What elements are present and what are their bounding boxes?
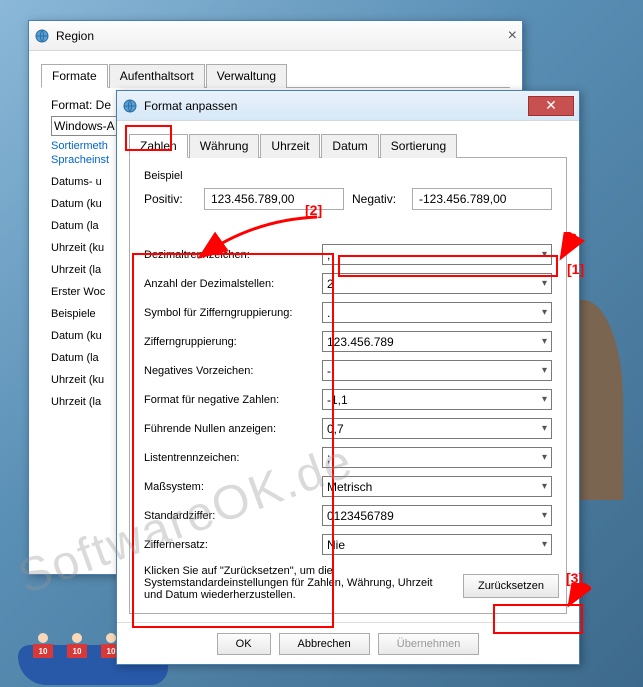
format-content: Zahlen Währung Uhrzeit Datum Sortierung … [117,121,579,622]
select-std-digits[interactable]: 0123456789 [322,505,552,526]
close-icon[interactable]: × [508,27,517,45]
negative-value: -123.456.789,00 [412,188,552,210]
decorative-people: 10 10 10 [32,633,122,669]
label-measurement: Maßsystem: [144,481,322,493]
zahlen-panel: Beispiel Positiv: 123.456.789,00 Negativ… [129,158,567,614]
apply-button: Übernehmen [378,633,480,655]
globe-icon [34,28,50,44]
tab-uhrzeit[interactable]: Uhrzeit [260,134,320,158]
negative-label: Negativ: [352,192,404,206]
select-group-symbol[interactable]: . [322,302,552,323]
titlebar[interactable]: Format anpassen ✕ [117,91,579,121]
tab-sortierung[interactable]: Sortierung [380,134,457,158]
select-neg-format[interactable]: -1,1 [322,389,552,410]
dialog-buttons: OK Abbrechen Übernehmen [117,622,579,665]
row-decimal-digits: Anzahl der Dezimalstellen: 2 [144,273,552,294]
row-neg-format: Format für negative Zahlen: -1,1 [144,389,552,410]
select-measurement[interactable]: Metrisch [322,476,552,497]
positive-value: 123.456.789,00 [204,188,344,210]
row-std-digits: Standardziffer: 0123456789 [144,505,552,526]
select-grouping[interactable]: 123.456.789 [322,331,552,352]
row-list-sep: Listentrennzeichen: ; [144,447,552,468]
select-digit-sub[interactable]: Nie [322,534,552,555]
help-text: Klicken Sie auf "Zurücksetzen", um die S… [144,565,444,601]
label-decimal-digits: Anzahl der Dezimalstellen: [144,278,322,290]
reset-button[interactable]: Zurücksetzen [463,574,559,598]
row-neg-sign: Negatives Vorzeichen: - [144,360,552,381]
row-decimal-sep: Dezimaltrennzeichen: , [144,244,552,265]
label-neg-format: Format für negative Zahlen: [144,394,322,406]
region-tabstrip: Formate Aufenthaltsort Verwaltung [41,63,510,88]
label-digit-sub: Ziffernersatz: [144,539,322,551]
tab-aufenthaltsort[interactable]: Aufenthaltsort [109,64,205,88]
close-icon[interactable]: ✕ [528,96,574,116]
titlebar[interactable]: Region × [29,21,522,51]
label-decimal-sep: Dezimaltrennzeichen: [144,249,322,261]
tab-verwaltung[interactable]: Verwaltung [206,64,287,88]
format-tabstrip: Zahlen Währung Uhrzeit Datum Sortierung [129,133,567,158]
select-list-sep[interactable]: ; [322,447,552,468]
label-grouping: Zifferngruppierung: [144,336,322,348]
row-digit-sub: Ziffernersatz: Nie [144,534,552,555]
positive-label: Positiv: [144,192,196,206]
tab-formate[interactable]: Formate [41,64,108,88]
tab-waehrung[interactable]: Währung [189,134,260,158]
select-leading-zero[interactable]: 0,7 [322,418,552,439]
globe-icon [122,98,138,114]
tab-datum[interactable]: Datum [321,134,378,158]
format-title: Format anpassen [144,99,528,113]
select-decimal-sep[interactable]: , [322,244,552,265]
format-window: Format anpassen ✕ Zahlen Währung Uhrzeit… [116,90,580,665]
label-std-digits: Standardziffer: [144,510,322,522]
region-title: Region [56,29,508,43]
row-measurement: Maßsystem: Metrisch [144,476,552,497]
example-section-label: Beispiel [144,170,552,182]
row-grouping: Zifferngruppierung: 123.456.789 [144,331,552,352]
row-leading-zero: Führende Nullen anzeigen: 0,7 [144,418,552,439]
format-select[interactable]: Windows-A [51,116,126,136]
label-group-symbol: Symbol für Zifferngruppierung: [144,307,322,319]
ok-button[interactable]: OK [217,633,271,655]
select-neg-sign[interactable]: - [322,360,552,381]
label-leading-zero: Führende Nullen anzeigen: [144,423,322,435]
cancel-button[interactable]: Abbrechen [279,633,370,655]
row-group-symbol: Symbol für Zifferngruppierung: . [144,302,552,323]
label-neg-sign: Negatives Vorzeichen: [144,365,322,377]
tab-zahlen[interactable]: Zahlen [129,134,188,158]
example-row: Positiv: 123.456.789,00 Negativ: -123.45… [144,188,552,210]
label-list-sep: Listentrennzeichen: [144,452,322,464]
select-decimal-digits[interactable]: 2 [322,273,552,294]
